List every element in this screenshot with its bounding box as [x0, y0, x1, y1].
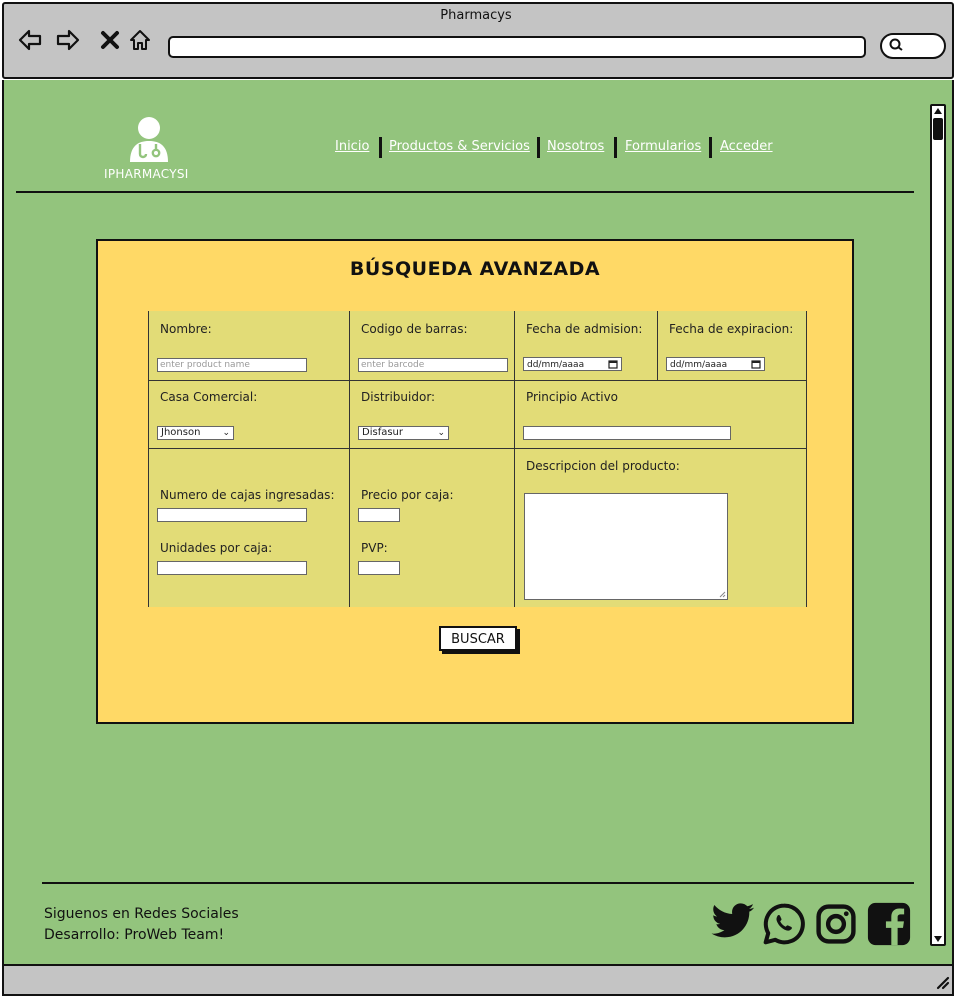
nav-link-nosotros[interactable]: Nosotros: [547, 139, 604, 154]
distribuidor-select[interactable]: Disfasur ⌄: [358, 426, 449, 440]
grid-line: [806, 311, 807, 607]
precio-caja-label: Precio por caja:: [361, 488, 454, 502]
scroll-thumb[interactable]: [933, 118, 943, 140]
descripcion-textarea[interactable]: [524, 493, 728, 600]
buscar-button[interactable]: BUSCAR: [439, 626, 517, 651]
nav-separator: [537, 137, 540, 158]
grid-line: [514, 311, 515, 607]
window-title: Pharmacys: [440, 8, 512, 23]
distribuidor-value: Disfasur: [362, 427, 403, 438]
scroll-up-icon[interactable]: [933, 107, 943, 115]
principio-activo-label: Principio Activo: [526, 390, 619, 404]
whatsapp-icon[interactable]: [762, 902, 806, 946]
cajas-ingresadas-label: Numero de cajas ingresadas:: [160, 488, 335, 502]
forward-icon[interactable]: [56, 28, 80, 52]
nav-link-productos[interactable]: Productos & Servicios: [389, 139, 530, 154]
search-icon: [889, 38, 903, 51]
scroll-down-icon[interactable]: [933, 935, 943, 943]
nombre-input[interactable]: enter product name: [157, 358, 307, 372]
codigo-barras-label: Codigo de barras:: [361, 322, 468, 336]
twitter-icon[interactable]: [710, 902, 756, 942]
casa-comercial-label: Casa Comercial:: [160, 390, 258, 404]
precio-caja-input[interactable]: [358, 508, 400, 522]
nav-separator: [614, 137, 617, 158]
chevron-down-icon: ⌄: [437, 428, 445, 438]
doctor-logo-icon: [130, 117, 168, 162]
principio-activo-input[interactable]: [523, 426, 731, 440]
logo-text: IPHARMACYSI: [104, 167, 189, 181]
casa-comercial-select[interactable]: Jhonson ⌄: [157, 426, 234, 440]
distribuidor-label: Distribuidor:: [361, 390, 436, 404]
codigo-barras-input[interactable]: enter barcode: [358, 358, 508, 372]
unidades-caja-label: Unidades por caja:: [160, 541, 273, 555]
home-icon[interactable]: [128, 28, 152, 52]
scrollbar[interactable]: [930, 104, 946, 946]
nav-link-inicio[interactable]: Inicio: [335, 139, 369, 154]
fecha-admision-input[interactable]: dd/mm/aaaa: [523, 357, 622, 371]
nav-separator: [379, 137, 382, 158]
header-divider: [16, 191, 914, 193]
resize-handle-icon[interactable]: [934, 974, 950, 990]
descripcion-label: Descripcion del producto:: [526, 459, 680, 473]
back-icon[interactable]: [18, 28, 42, 52]
panel-title: BÚSQUEDA AVANZADA: [349, 258, 601, 280]
chevron-down-icon: ⌄: [222, 428, 230, 438]
fecha-expiracion-label: Fecha de expiracion:: [669, 322, 794, 336]
calendar-icon[interactable]: [608, 360, 618, 369]
grid-line: [148, 311, 149, 607]
nav-separator: [709, 137, 712, 158]
browser-search-button[interactable]: [880, 33, 946, 59]
facebook-icon[interactable]: [866, 901, 912, 947]
footer-divider: [42, 882, 914, 884]
address-bar[interactable]: [168, 36, 866, 58]
casa-comercial-value: Jhonson: [161, 427, 201, 438]
nav-link-acceder[interactable]: Acceder: [720, 139, 773, 154]
footer-social-text: Siguenos en Redes Sociales: [44, 906, 239, 922]
pvp-input[interactable]: [358, 561, 400, 575]
close-icon[interactable]: [98, 28, 122, 52]
fecha-expiracion-value: dd/mm/aaaa: [670, 360, 728, 370]
pvp-label: PVP:: [361, 541, 388, 555]
browser-statusbar: [2, 964, 954, 996]
fecha-expiracion-input[interactable]: dd/mm/aaaa: [666, 357, 765, 371]
grid-line: [148, 448, 807, 449]
footer-credits-text: Desarrollo: ProWeb Team!: [44, 927, 225, 943]
nav-link-formularios[interactable]: Formularios: [625, 139, 701, 154]
grid-line: [349, 311, 350, 607]
grid-line: [148, 380, 807, 381]
cajas-ingresadas-input[interactable]: [157, 508, 307, 522]
grid-line: [657, 311, 658, 380]
textarea-resize-icon[interactable]: [718, 590, 726, 598]
instagram-icon[interactable]: [814, 902, 858, 946]
calendar-icon[interactable]: [751, 360, 761, 369]
fecha-admision-value: dd/mm/aaaa: [527, 360, 585, 370]
fecha-admision-label: Fecha de admision:: [526, 322, 643, 336]
unidades-caja-input[interactable]: [157, 561, 307, 575]
nombre-label: Nombre:: [160, 322, 212, 336]
